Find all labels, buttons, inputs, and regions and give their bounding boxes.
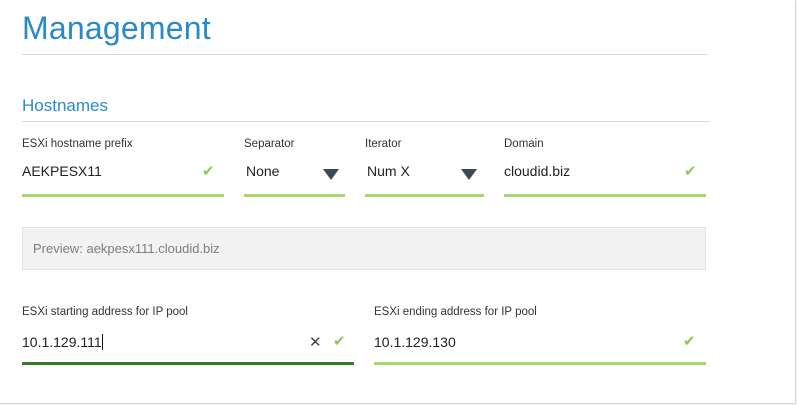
domain-field[interactable]: Domain cloudid.biz ✔ [504,138,706,197]
separator-underline [244,194,345,197]
separator-label: Separator [244,138,295,150]
domain-underline [504,194,706,197]
ip-pool-start-field[interactable]: ESXi starting address for IP pool 10.1.1… [22,306,354,365]
caret-down-icon[interactable] [323,169,339,180]
check-icon: ✔ [202,163,215,180]
ip-pool-start-underline [22,362,354,365]
page-title: Management [22,10,211,46]
domain-input[interactable]: cloudid.biz [504,163,570,179]
hostname-preview-text: Preview: aekpesx111.cloudid.biz [33,241,220,256]
check-icon: ✔ [683,333,696,350]
clear-icon[interactable]: ✕ [309,333,322,351]
title-divider [22,54,708,55]
iterator-value: Num X [367,163,410,179]
domain-label: Domain [504,138,544,150]
separator-select[interactable]: Separator None [244,138,345,197]
ip-pool-start-input[interactable]: 10.1.129.111 [22,334,102,350]
ip-pool-start-label: ESXi starting address for IP pool [22,306,188,318]
check-icon: ✔ [684,163,697,180]
ip-pool-end-input[interactable]: 10.1.129.130 [374,334,456,350]
caret-down-icon[interactable] [461,169,477,180]
hostname-prefix-underline [22,194,224,197]
ip-pool-end-field[interactable]: ESXi ending address for IP pool 10.1.129… [374,306,706,365]
iterator-label: Iterator [365,138,402,150]
hostname-prefix-field[interactable]: ESXi hostname prefix AEKPESX11 ✔ [22,138,224,197]
separator-value: None [246,163,280,179]
iterator-select[interactable]: Iterator Num X [365,138,484,197]
hostname-prefix-label: ESXi hostname prefix [22,138,133,150]
text-cursor [101,334,103,350]
section-title-hostnames: Hostnames [22,96,108,115]
hostname-prefix-input[interactable]: AEKPESX11 [22,163,102,179]
iterator-underline [365,194,484,197]
ip-pool-end-underline [374,362,706,365]
hostname-preview: Preview: aekpesx111.cloudid.biz [22,227,706,270]
ip-pool-end-label: ESXi ending address for IP pool [374,306,537,318]
section-divider [22,121,710,122]
ip-pool-start-input-wrap[interactable]: 10.1.129.111 [22,334,103,350]
check-icon: ✔ [333,333,346,350]
